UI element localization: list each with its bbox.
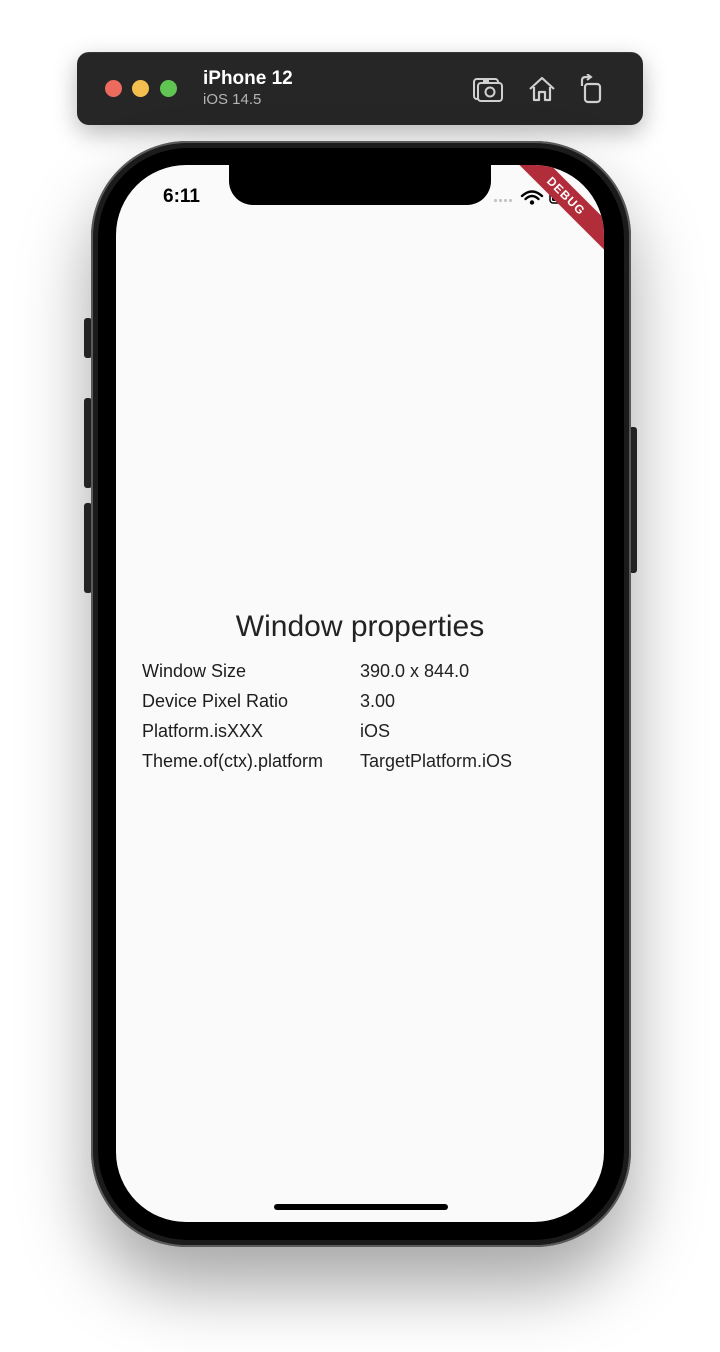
minimize-window-button[interactable] [132, 80, 149, 97]
properties-table: Window Size 390.0 x 844.0 Device Pixel R… [142, 658, 582, 778]
property-row: Device Pixel Ratio 3.00 [142, 688, 582, 718]
property-value: 3.00 [360, 691, 396, 711]
property-key: Window Size [142, 661, 247, 681]
property-value: TargetPlatform.iOS [360, 751, 513, 771]
phone-screen: 6:11 DEBUG Window properties Window Size… [116, 165, 604, 1222]
page-title: Window properties [235, 610, 485, 643]
device-name: iPhone 12 [203, 68, 293, 89]
property-row: Platform.isXXX iOS [142, 718, 582, 748]
zoom-window-button[interactable] [160, 80, 177, 97]
property-key: Platform.isXXX [142, 721, 264, 741]
os-version: iOS 14.5 [203, 91, 262, 108]
home-icon[interactable] [526, 74, 558, 104]
status-time: 6:11 [163, 186, 200, 207]
cellular-signal-icon [494, 199, 512, 202]
property-value: iOS [360, 721, 391, 741]
property-key: Theme.of(ctx).platform [142, 751, 324, 771]
wifi-icon [520, 190, 544, 205]
property-value: 390.0 x 844.0 [360, 661, 470, 681]
camera-icon[interactable] [472, 74, 504, 104]
home-indicator[interactable] [274, 1204, 448, 1210]
property-row: Theme.of(ctx).platform TargetPlatform.iO… [142, 748, 582, 778]
close-window-button[interactable] [105, 80, 122, 97]
property-key: Device Pixel Ratio [142, 691, 289, 711]
rotate-icon[interactable] [576, 74, 608, 104]
notch [229, 165, 491, 205]
property-row: Window Size 390.0 x 844.0 [142, 658, 582, 688]
